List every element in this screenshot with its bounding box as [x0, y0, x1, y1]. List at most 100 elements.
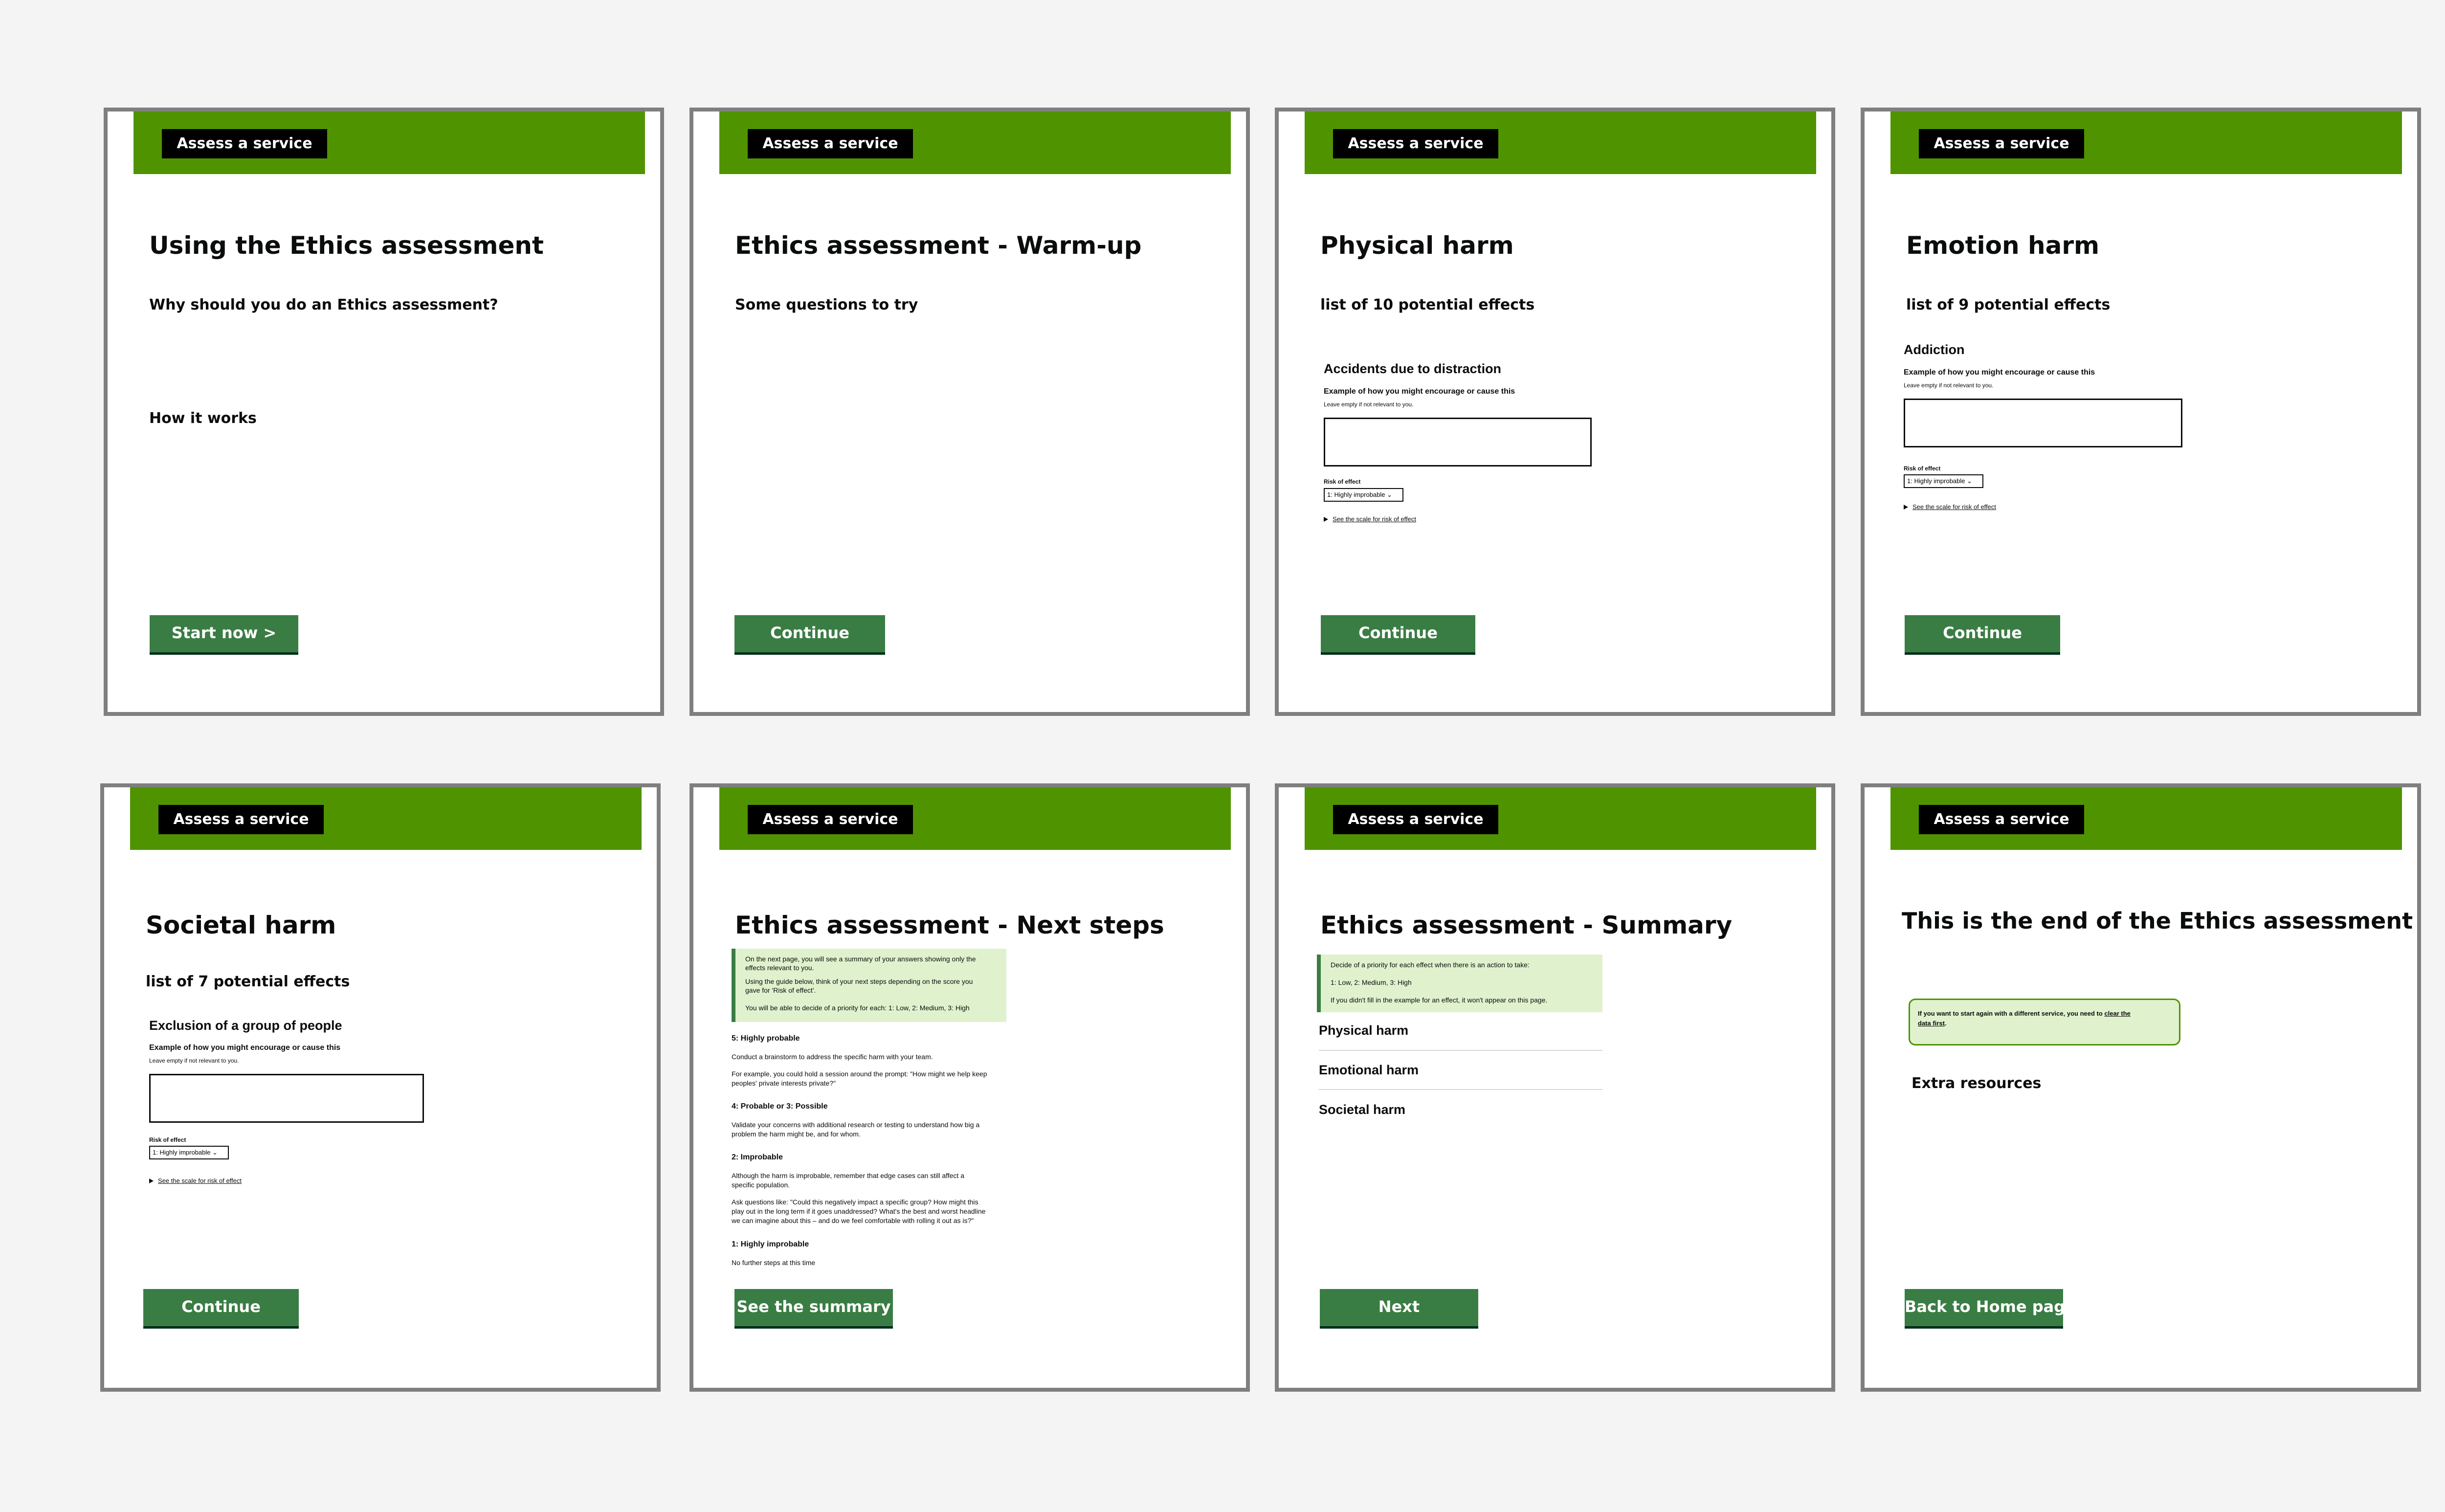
details-triangle-icon — [1904, 505, 1908, 510]
card-end: Assess a service This is the end of the … — [1861, 783, 2421, 1392]
page-title: This is the end of the Ethics assessment — [1902, 908, 2413, 934]
inset-line: gave for 'Risk of effect'. — [745, 986, 816, 994]
divider — [1319, 1050, 1602, 1051]
header-bar: Assess a service — [1890, 787, 2402, 850]
summary-item[interactable]: Physical harm — [1319, 1023, 1408, 1038]
risk-select-value: 1: Highly improbable — [1907, 477, 1965, 485]
subheading: Why should you do an Ethics assessment? — [149, 296, 498, 313]
inset-line: 1: Low, 2: Medium, 3: High — [1331, 978, 1412, 986]
continue-button[interactable]: Continue — [1321, 615, 1475, 652]
heading-improbable: 2: Improbable — [732, 1153, 783, 1161]
service-name-link[interactable]: Assess a service — [162, 129, 327, 158]
summary-item[interactable]: Societal harm — [1319, 1102, 1405, 1117]
hint-text: Leave empty if not relevant to you. — [149, 1057, 239, 1064]
service-name-link[interactable]: Assess a service — [748, 805, 913, 834]
risk-label: Risk of effect — [1904, 465, 1941, 472]
effect-heading: Accidents due to distraction — [1324, 361, 1502, 376]
body-text: we can imagine about this – and do we fe… — [732, 1217, 974, 1224]
risk-scale-details[interactable]: See the scale for risk of effect — [1333, 515, 1416, 523]
header-bar: Assess a service — [719, 787, 1231, 850]
risk-select[interactable]: 1: Highly improbable ⌄ — [1904, 474, 1983, 488]
body-text: For example, you could hold a session ar… — [732, 1070, 987, 1078]
body-text: problem the harm might be, and for whom. — [732, 1130, 861, 1138]
back-home-button[interactable]: Back to Home page — [1905, 1289, 2076, 1326]
body-text: Although the harm is improbable, remembe… — [732, 1172, 964, 1179]
details-triangle-icon — [1324, 517, 1328, 522]
risk-scale-details[interactable]: See the scale for risk of effect — [158, 1177, 242, 1184]
subheading: list of 9 potential effects — [1906, 296, 2111, 313]
inset-line: You will be able to decide of a priority… — [745, 1004, 970, 1012]
inset-text: Decide of a priority for each effect whe… — [1317, 955, 1602, 1012]
card-emotion-harm: Assess a service Emotion harm list of 9 … — [1861, 108, 2421, 716]
clear-data-link[interactable]: data first — [1918, 1020, 1945, 1027]
notice-text: data first. — [1918, 1020, 1947, 1027]
header-bar: Assess a service — [133, 111, 645, 174]
example-textarea[interactable] — [1324, 418, 1592, 467]
risk-label: Risk of effect — [149, 1136, 186, 1143]
section-heading: How it works — [149, 410, 257, 427]
start-now-button[interactable]: Start now > — [150, 615, 298, 652]
body-text: peoples' private interests private?" — [732, 1079, 836, 1087]
service-name-link[interactable]: Assess a service — [1333, 129, 1498, 158]
body-text: Conduct a brainstorm to address the spec… — [732, 1053, 933, 1061]
header-bar: Assess a service — [719, 111, 1231, 174]
page-title: Using the Ethics assessment — [149, 231, 544, 260]
inset-line: Using the guide below, think of your nex… — [745, 978, 973, 985]
body-text: No further steps at this time — [732, 1259, 816, 1267]
summary-item[interactable]: Emotional harm — [1319, 1063, 1419, 1078]
page-title: Ethics assessment - Summary — [1320, 911, 1733, 939]
continue-button[interactable]: Continue — [143, 1289, 299, 1326]
example-textarea[interactable] — [1904, 399, 2182, 447]
service-name-link[interactable]: Assess a service — [1919, 129, 2084, 158]
body-text: Ask questions like: "Could this negative… — [732, 1198, 978, 1206]
header-bar: Assess a service — [130, 787, 642, 850]
effect-heading: Addiction — [1904, 342, 1965, 357]
next-button[interactable]: Next — [1320, 1289, 1478, 1326]
inset-line: effects relevant to you. — [745, 964, 814, 972]
body-text: Validate your concerns with additional r… — [732, 1121, 980, 1129]
heading-probable: 4: Probable or 3: Possible — [732, 1102, 828, 1111]
header-bar: Assess a service — [1890, 111, 2402, 174]
service-name-link[interactable]: Assess a service — [158, 805, 324, 834]
example-label: Example of how you might encourage or ca… — [1904, 368, 2095, 377]
continue-button[interactable]: Continue — [734, 615, 885, 652]
inset-line: Decide of a priority for each effect whe… — [1331, 961, 1530, 969]
page-title: Physical harm — [1320, 231, 1514, 260]
heading-highly-probable: 5: Highly probable — [732, 1034, 800, 1043]
example-label: Example of how you might encourage or ca… — [1324, 387, 1515, 396]
risk-select-value: 1: Highly improbable — [153, 1149, 211, 1156]
risk-select[interactable]: 1: Highly improbable ⌄ — [1324, 488, 1403, 502]
card-societal-harm: Assess a service Societal harm list of 7… — [100, 783, 661, 1392]
clear-data-link[interactable]: clear the — [2104, 1010, 2130, 1017]
subheading: Some questions to try — [735, 296, 918, 313]
divider — [1319, 1089, 1602, 1090]
card-using-ethics: Assess a service Using the Ethics assess… — [104, 108, 664, 716]
body-text: specific population. — [732, 1181, 790, 1189]
example-textarea[interactable] — [149, 1074, 424, 1123]
restart-notice: If you want to start again with a differ… — [1909, 999, 2180, 1045]
notice-prefix: If you want to start again with a differ… — [1918, 1010, 2103, 1017]
inset-line: On the next page, you will see a summary… — [745, 955, 976, 963]
example-label: Example of how you might encourage or ca… — [149, 1044, 341, 1052]
risk-scale-details[interactable]: See the scale for risk of effect — [1912, 503, 1996, 511]
see-summary-button[interactable]: See the summary — [734, 1289, 893, 1326]
section-heading: Extra resources — [1912, 1075, 2042, 1092]
page-title: Societal harm — [146, 911, 336, 939]
service-name-link[interactable]: Assess a service — [1333, 805, 1498, 834]
inset-line: If you didn't fill in the example for an… — [1331, 996, 1548, 1004]
card-warm-up: Assess a service Ethics assessment - War… — [689, 108, 1250, 716]
subheading: list of 7 potential effects — [146, 973, 350, 990]
page-title: Emotion harm — [1906, 231, 2100, 260]
risk-select[interactable]: 1: Highly improbable ⌄ — [149, 1146, 229, 1159]
inset-text: On the next page, you will see a summary… — [732, 949, 1006, 1022]
body-text: play out in the long term if it goes una… — [732, 1207, 986, 1215]
continue-button[interactable]: Continue — [1905, 615, 2060, 652]
service-name-link[interactable]: Assess a service — [1919, 805, 2084, 834]
subheading: list of 10 potential effects — [1320, 296, 1535, 313]
hint-text: Leave empty if not relevant to you. — [1904, 382, 1994, 389]
service-name-link[interactable]: Assess a service — [748, 129, 913, 158]
header-bar: Assess a service — [1305, 787, 1816, 850]
effect-heading: Exclusion of a group of people — [149, 1018, 342, 1033]
page-title: Ethics assessment - Warm-up — [735, 231, 1142, 260]
heading-highly-improbable: 1: Highly improbable — [732, 1240, 809, 1248]
